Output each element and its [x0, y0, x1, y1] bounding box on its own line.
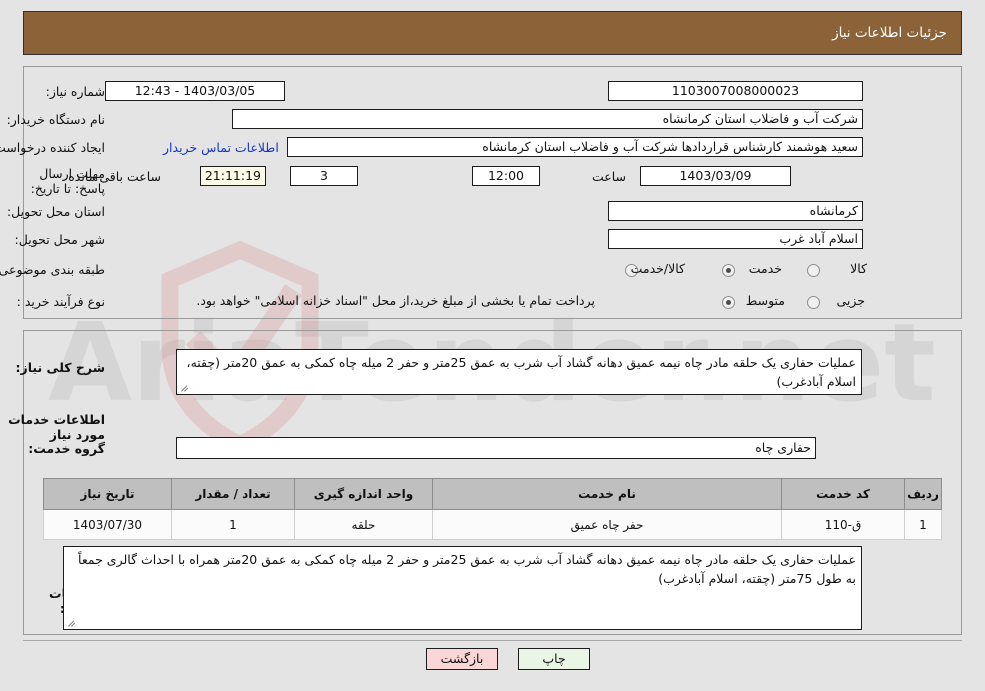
cell-service-name: حفر چاه عمیق [432, 509, 782, 540]
days-remaining-value: 3 [290, 166, 358, 186]
cell-quantity: 1 [171, 509, 295, 540]
announce-datetime-value: 1403/03/05 - 12:43 [105, 81, 285, 101]
general-description-textarea[interactable]: عملیات حفاری یک حلقه مادر چاه نیمه عمیق … [176, 349, 862, 395]
radio-category-khedmat[interactable] [722, 264, 735, 277]
delivery-city-value: اسلام آباد غرب [608, 229, 863, 249]
payment-note: پرداخت تمام یا بخشی از مبلغ خرید،از محل … [196, 293, 595, 308]
request-creator-label: ایجاد کننده درخواست: [0, 140, 105, 155]
page-title: جزئیات اطلاعات نیاز [832, 25, 947, 41]
buyer-notes-text: عملیات حفاری یک حلقه مادر چاه نیمه عمیق … [78, 552, 856, 586]
footer-divider [23, 640, 962, 641]
need-number-value: 1103007008000023 [608, 81, 863, 101]
column-header-service-code: کد خدمت [781, 478, 905, 510]
column-header-need-date: تاریخ نیاز [43, 478, 172, 510]
request-creator-value: سعید هوشمند کارشناس قراردادها شرکت آب و … [287, 137, 863, 157]
radio-process-motavaset-label: متوسط [745, 293, 785, 308]
radio-process-jozii-label: جزیی [836, 293, 865, 308]
buyer-contact-link[interactable]: اطلاعات تماس خریدار [163, 140, 279, 155]
back-button[interactable]: بازگشت [426, 648, 498, 670]
resize-grip-icon [66, 616, 78, 628]
column-header-service-name: نام خدمت [432, 478, 782, 510]
column-header-radif: ردیف [904, 478, 942, 510]
countdown-timer: 21:11:19 [200, 166, 266, 186]
process-type-label: نوع فرآیند خرید : [16, 294, 105, 309]
table-header-row: ردیف کد خدمت نام خدمت واحد اندازه گیری ت… [43, 478, 942, 510]
print-button[interactable]: چاپ [518, 648, 590, 670]
buyer-org-value: شرکت آب و فاضلاب استان کرمانشاه [232, 109, 863, 129]
need-summary-panel [23, 66, 962, 319]
radio-process-motavaset[interactable] [722, 296, 735, 309]
delivery-province-label: استان محل تحویل: [6, 204, 105, 219]
radio-category-kala-khedmat-label: کالا/خدمت [630, 261, 685, 276]
cell-radif: 1 [904, 509, 942, 540]
resize-grip-icon [179, 381, 191, 393]
hours-remaining-label: ساعت باقی مانده [68, 169, 161, 184]
deadline-hour-label: ساعت [591, 169, 626, 184]
general-description-label: شرح کلی نیاز: [15, 360, 105, 375]
table-row: 1 ق-110 حفر چاه عمیق حلقه 1 1403/07/30 [43, 509, 942, 540]
radio-process-jozii[interactable] [807, 296, 820, 309]
deadline-time-value: 12:00 [472, 166, 540, 186]
deadline-date-value: 1403/03/09 [640, 166, 791, 186]
delivery-province-value: کرمانشاه [608, 201, 863, 221]
radio-category-kala-label: کالا [850, 261, 867, 276]
cell-need-date: 1403/07/30 [43, 509, 172, 540]
page-header-bar: جزئیات اطلاعات نیاز [23, 11, 962, 55]
radio-category-khedmat-label: خدمت [748, 261, 782, 276]
delivery-city-label: شهر محل تحویل: [14, 232, 105, 247]
radio-category-kala[interactable] [807, 264, 820, 277]
general-description-text: عملیات حفاری یک حلقه مادر چاه نیمه عمیق … [186, 355, 856, 389]
subject-category-label: طبقه بندی موضوعی: [0, 262, 105, 277]
buyer-notes-textarea[interactable]: عملیات حفاری یک حلقه مادر چاه نیمه عمیق … [63, 546, 862, 630]
services-section-heading: اطلاعات خدمات مورد نیاز [8, 412, 105, 442]
service-group-label: گروه خدمت: [28, 441, 105, 456]
cell-service-code: ق-110 [781, 509, 905, 540]
buyer-org-label: نام دستگاه خریدار: [6, 112, 105, 127]
column-header-quantity: تعداد / مقدار [171, 478, 295, 510]
column-header-unit: واحد اندازه گیری [294, 478, 433, 510]
cell-unit: حلقه [294, 509, 433, 540]
services-table: ردیف کد خدمت نام خدمت واحد اندازه گیری ت… [43, 478, 942, 540]
need-number-label: شماره نیاز: [45, 84, 105, 99]
service-group-value[interactable]: حفاری چاه [176, 437, 816, 459]
